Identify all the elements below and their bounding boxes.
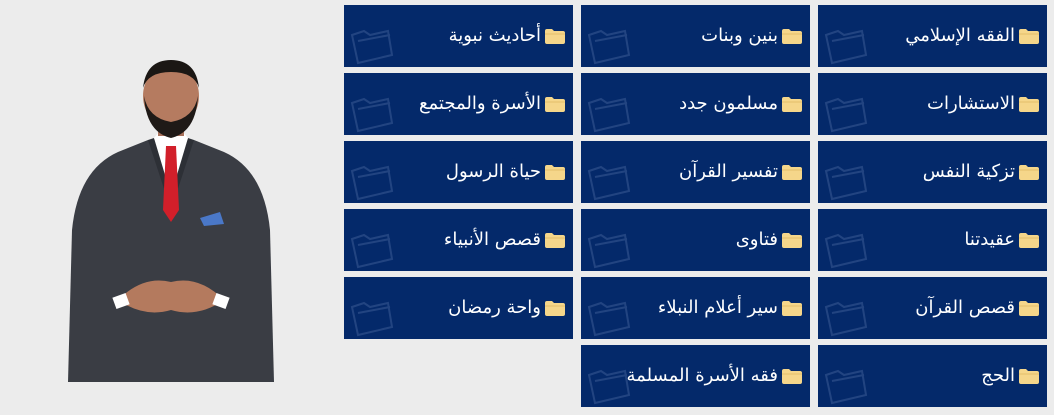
folder-icon [782,164,802,180]
folder-outline-icon [822,229,868,269]
category-label: بنين وبنات [701,25,778,46]
folder-outline-icon [822,93,868,133]
folder-outline-icon [822,365,868,405]
category-label-group: فتاوى [736,209,802,271]
category-tile[interactable]: مسلمون جدد [581,73,810,135]
folder-icon [1019,164,1039,180]
category-label-group: الاستشارات [927,73,1039,135]
folder-icon [1019,28,1039,44]
category-label-group: الأسرة والمجتمع [419,73,565,135]
category-label: قصص القرآن [915,297,1015,318]
folder-outline-icon [585,229,631,269]
folder-icon [545,164,565,180]
category-label-group: عقيدتنا [964,209,1039,271]
category-tile[interactable]: حياة الرسول [344,141,573,203]
category-label-group: تفسير القرآن [679,141,802,203]
category-label-group: تزكية النفس [923,141,1039,203]
folder-icon [782,232,802,248]
category-label-group: بنين وبنات [701,5,802,67]
category-label-group: أحاديث نبوية [449,5,565,67]
category-label-group: قصص القرآن [915,277,1039,339]
folder-outline-icon [585,297,631,337]
category-tile[interactable]: عقيدتنا [818,209,1047,271]
category-label-group: مسلمون جدد [679,73,802,135]
category-label: الحج [981,365,1015,386]
folder-icon [545,28,565,44]
category-tile[interactable]: واحة رمضان [344,277,573,339]
category-label: حياة الرسول [445,161,541,182]
folder-outline-icon [348,25,394,65]
category-tile[interactable]: أحاديث نبوية [344,5,573,67]
folder-icon [782,368,802,384]
category-label: واحة رمضان [448,297,541,318]
category-label: الاستشارات [927,93,1015,114]
category-label: عقيدتنا [964,229,1015,250]
folder-outline-icon [822,25,868,65]
category-tile[interactable]: قصص الأنبياء [344,209,573,271]
category-tile[interactable]: تزكية النفس [818,141,1047,203]
category-label-group: فقه الأسرة المسلمة [627,345,802,407]
category-label-group: الفقه الإسلامي [905,5,1039,67]
category-tile[interactable]: بنين وبنات [581,5,810,67]
folder-icon [782,96,802,112]
category-tile[interactable]: تفسير القرآن [581,141,810,203]
folder-outline-icon [585,365,631,405]
category-label-group: سير أعلام النبلاء [658,277,802,339]
folder-icon [782,28,802,44]
folder-icon [1019,300,1039,316]
folder-icon [1019,96,1039,112]
category-label: قصص الأنبياء [443,229,541,250]
category-label: الفقه الإسلامي [905,25,1015,46]
folder-icon [1019,232,1039,248]
category-tile[interactable]: الأسرة والمجتمع [344,73,573,135]
category-label: تزكية النفس [922,161,1015,182]
folder-outline-icon [348,93,394,133]
category-label: فتاوى [735,229,778,250]
folder-icon [545,300,565,316]
category-label: تفسير القرآن [679,161,778,182]
category-label: مسلمون جدد [679,93,778,114]
category-label: أحاديث نبوية [448,25,541,46]
folder-outline-icon [585,93,631,133]
category-tile[interactable]: فتاوى [581,209,810,271]
folder-outline-icon [822,161,868,201]
folder-outline-icon [348,161,394,201]
category-tile[interactable]: الاستشارات [818,73,1047,135]
folder-outline-icon [348,229,394,269]
category-tile[interactable]: فقه الأسرة المسلمة [581,345,810,407]
folder-outline-icon [348,297,394,337]
folder-icon [545,232,565,248]
presenter-image [68,60,274,382]
category-label-group: الحج [981,345,1039,407]
folder-icon [545,96,565,112]
folder-icon [782,300,802,316]
folder-outline-icon [585,25,631,65]
category-label-group: واحة رمضان [448,277,565,339]
category-tile[interactable]: سير أعلام النبلاء [581,277,810,339]
category-label: فقه الأسرة المسلمة [626,365,778,386]
category-label: الأسرة والمجتمع [418,93,541,114]
category-label: سير أعلام النبلاء [657,297,778,318]
folder-icon [1019,368,1039,384]
category-label-group: قصص الأنبياء [444,209,565,271]
folder-outline-icon [585,161,631,201]
category-label-group: حياة الرسول [446,141,565,203]
category-tile[interactable]: قصص القرآن [818,277,1047,339]
category-tile[interactable]: الفقه الإسلامي [818,5,1047,67]
folder-outline-icon [822,297,868,337]
category-tile[interactable]: الحج [818,345,1047,407]
